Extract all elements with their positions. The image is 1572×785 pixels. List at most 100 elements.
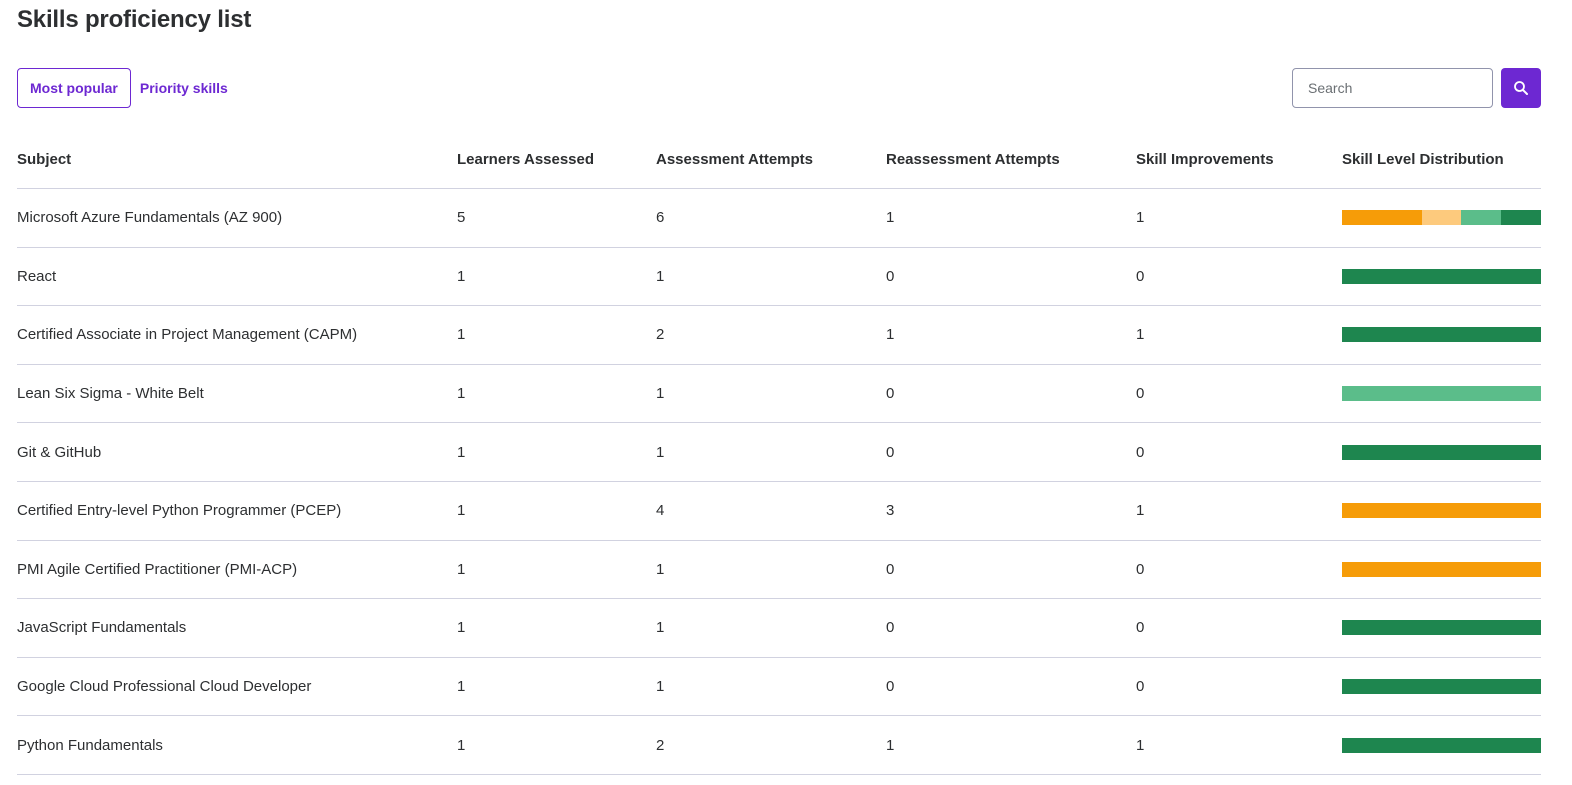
learners-assessed-cell: 1 xyxy=(457,502,466,520)
skill-level-distribution-cell xyxy=(1342,444,1541,460)
skill-improvements-cell: 1 xyxy=(1136,209,1145,227)
skill-level-distribution-cell xyxy=(1342,268,1541,284)
skill-level-distribution-bar[interactable] xyxy=(1342,503,1541,519)
table-row[interactable]: Lean Six Sigma - White Belt 1 1 0 0 xyxy=(17,365,1541,424)
subject-cell: Lean Six Sigma - White Belt xyxy=(17,385,204,403)
assessment-attempts-cell: 1 xyxy=(656,443,665,461)
column-header-skill-improvements[interactable]: Skill Improvements xyxy=(1136,151,1342,168)
subject-cell: Python Fundamentals xyxy=(17,736,163,754)
distribution-segment-level-1 xyxy=(1342,503,1541,519)
skill-level-distribution-bar[interactable] xyxy=(1342,444,1541,460)
distribution-segment-level-4 xyxy=(1342,737,1541,753)
assessment-attempts-cell: 4 xyxy=(656,502,665,520)
learners-assessed-cell: 1 xyxy=(457,736,466,754)
subject-cell: JavaScript Fundamentals xyxy=(17,619,187,637)
table-row[interactable]: React 1 1 0 0 xyxy=(17,248,1541,307)
distribution-segment-level-4 xyxy=(1342,620,1541,636)
table-row[interactable]: Git & GitHub 1 1 0 0 xyxy=(17,423,1541,482)
skill-improvements-cell: 0 xyxy=(1136,619,1145,637)
skill-level-distribution-cell xyxy=(1342,386,1541,402)
most-popular-filter-button[interactable]: Most popular xyxy=(17,68,131,108)
table-row[interactable]: Certified Entry-level Python Programmer … xyxy=(17,482,1541,541)
learners-assessed-cell: 1 xyxy=(457,619,466,637)
learners-assessed-cell: 1 xyxy=(457,267,466,285)
distribution-segment-level-3 xyxy=(1461,210,1502,226)
page-title: Skills proficiency list xyxy=(17,6,252,33)
reassessment-attempts-cell: 1 xyxy=(886,209,895,227)
table-row[interactable]: Certified Associate in Project Managemen… xyxy=(17,306,1541,365)
assessment-attempts-cell: 1 xyxy=(656,619,665,637)
distribution-segment-level-1 xyxy=(1342,210,1422,226)
filter-bar: Most popular Priority skills xyxy=(17,68,229,108)
assessment-attempts-cell: 1 xyxy=(656,560,665,578)
reassessment-attempts-cell: 0 xyxy=(886,619,895,637)
distribution-segment-level-2 xyxy=(1421,210,1462,226)
distribution-segment-level-4 xyxy=(1342,327,1541,343)
search-button[interactable] xyxy=(1501,68,1541,108)
table-row[interactable]: Google Cloud Professional Cloud Develope… xyxy=(17,658,1541,717)
search-box xyxy=(1292,68,1541,108)
subject-cell: Microsoft Azure Fundamentals (AZ 900) xyxy=(17,209,283,227)
skill-level-distribution-cell xyxy=(1342,561,1541,577)
learners-assessed-cell: 1 xyxy=(457,443,466,461)
skill-level-distribution-bar[interactable] xyxy=(1342,210,1541,226)
subject-cell: PMI Agile Certified Practitioner (PMI-AC… xyxy=(17,560,298,578)
learners-assessed-cell: 5 xyxy=(457,209,466,227)
subject-cell: React xyxy=(17,267,57,285)
skill-level-distribution-cell xyxy=(1342,679,1541,695)
assessment-attempts-cell: 1 xyxy=(656,385,665,403)
skill-improvements-cell: 0 xyxy=(1136,560,1145,578)
learners-assessed-cell: 1 xyxy=(457,678,466,696)
reassessment-attempts-cell: 3 xyxy=(886,502,895,520)
priority-skills-filter-button[interactable]: Priority skills xyxy=(138,68,229,108)
table-header-row: Subject Learners Assessed Assessment Att… xyxy=(17,130,1541,189)
table-row[interactable]: PMI Agile Certified Practitioner (PMI-AC… xyxy=(17,541,1541,600)
assessment-attempts-cell: 6 xyxy=(656,209,665,227)
assessment-attempts-cell: 1 xyxy=(656,267,665,285)
reassessment-attempts-cell: 0 xyxy=(886,267,895,285)
table-body: Microsoft Azure Fundamentals (AZ 900) 5 6 1… xyxy=(17,189,1541,775)
distribution-segment-level-4 xyxy=(1342,679,1541,695)
search-icon xyxy=(1514,81,1528,95)
skill-level-distribution-cell xyxy=(1342,210,1541,226)
skill-level-distribution-bar[interactable] xyxy=(1342,386,1541,402)
table-row[interactable]: JavaScript Fundamentals 1 1 0 0 xyxy=(17,599,1541,658)
reassessment-attempts-cell: 0 xyxy=(886,385,895,403)
column-header-subject[interactable]: Subject xyxy=(17,151,457,168)
column-header-reassessment-attempts[interactable]: Reassessment Attempts xyxy=(886,151,1136,168)
column-header-learners-assessed[interactable]: Learners Assessed xyxy=(457,151,656,168)
reassessment-attempts-cell: 0 xyxy=(886,678,895,696)
learners-assessed-cell: 1 xyxy=(457,560,466,578)
subject-cell: Certified Associate in Project Managemen… xyxy=(17,326,358,344)
skill-level-distribution-bar[interactable] xyxy=(1342,327,1541,343)
assessment-attempts-cell: 2 xyxy=(656,326,665,344)
reassessment-attempts-cell: 0 xyxy=(886,560,895,578)
skill-improvements-cell: 1 xyxy=(1136,736,1145,754)
skill-improvements-cell: 0 xyxy=(1136,443,1145,461)
table-row[interactable]: Python Fundamentals 1 2 1 1 xyxy=(17,716,1541,775)
column-header-skill-level-distribution: Skill Level Distribution xyxy=(1342,150,1504,168)
assessment-attempts-cell: 1 xyxy=(656,678,665,696)
learners-assessed-cell: 1 xyxy=(457,326,466,344)
skill-level-distribution-cell xyxy=(1342,327,1541,343)
skill-improvements-cell: 0 xyxy=(1136,678,1145,696)
distribution-segment-level-4 xyxy=(1342,444,1541,460)
skill-improvements-cell: 0 xyxy=(1136,267,1145,285)
skill-level-distribution-bar[interactable] xyxy=(1342,268,1541,284)
table-row[interactable]: Microsoft Azure Fundamentals (AZ 900) 5 6 1… xyxy=(17,189,1541,248)
skill-level-distribution-bar[interactable] xyxy=(1342,737,1541,753)
search-input[interactable] xyxy=(1292,68,1493,108)
skill-level-distribution-bar[interactable] xyxy=(1342,679,1541,695)
distribution-segment-level-3 xyxy=(1342,386,1541,402)
skill-level-distribution-cell xyxy=(1342,620,1541,636)
skill-level-distribution-bar[interactable] xyxy=(1342,561,1541,577)
skill-level-distribution-cell xyxy=(1342,503,1541,519)
column-header-assessment-attempts[interactable]: Assessment Attempts xyxy=(656,151,886,168)
reassessment-attempts-cell: 1 xyxy=(886,736,895,754)
skill-level-distribution-cell xyxy=(1342,737,1541,753)
skill-level-distribution-bar[interactable] xyxy=(1342,620,1541,636)
distribution-segment-level-4 xyxy=(1342,268,1541,284)
reassessment-attempts-cell: 0 xyxy=(886,443,895,461)
skill-improvements-cell: 1 xyxy=(1136,326,1145,344)
subject-cell: Google Cloud Professional Cloud Develope… xyxy=(17,678,312,696)
